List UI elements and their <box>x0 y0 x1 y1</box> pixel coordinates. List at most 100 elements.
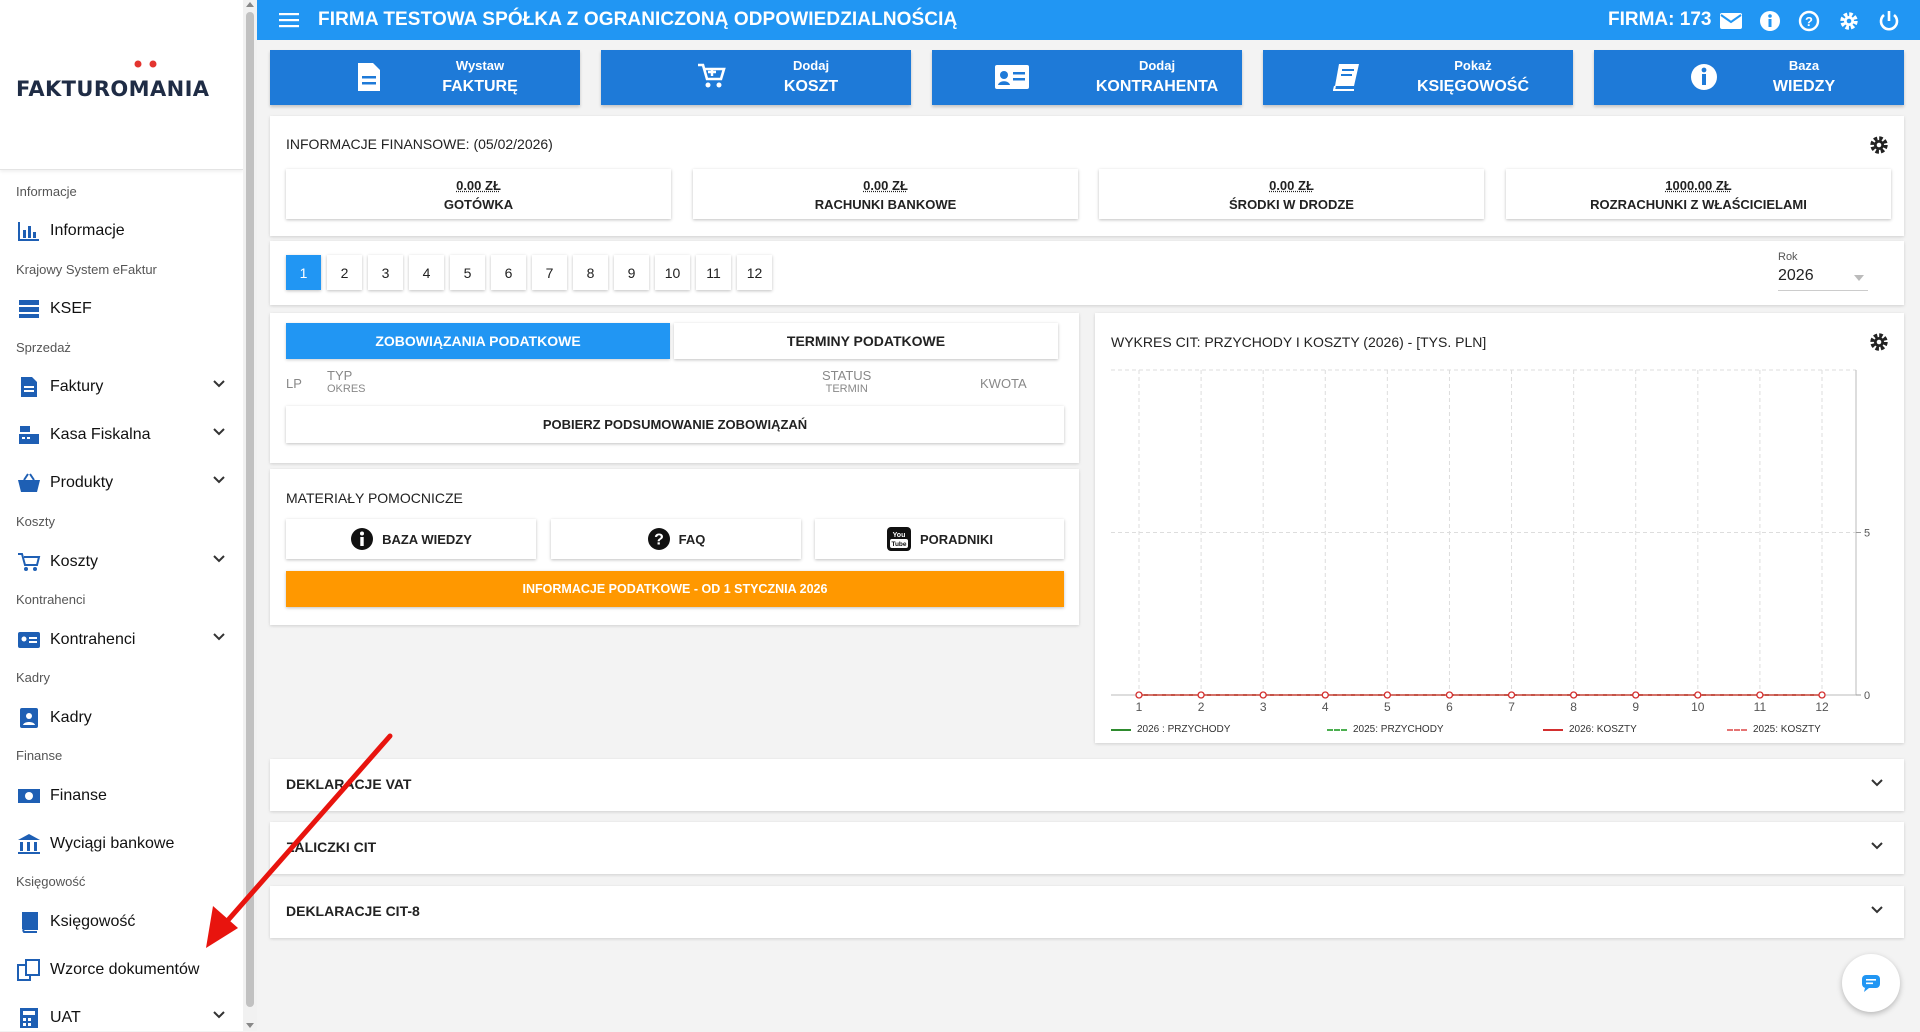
quick-button-line1: Dodaj <box>1138 58 1176 73</box>
info-icon[interactable] <box>1758 10 1782 32</box>
month-button-10[interactable]: 10 <box>655 255 690 290</box>
section-label-kontrahenci: Kontrahenci <box>16 592 86 607</box>
sidebar-item-informacje[interactable]: Informacje <box>16 217 226 245</box>
month-button-5[interactable]: 5 <box>450 255 485 290</box>
month-button-6[interactable]: 6 <box>491 255 526 290</box>
column-header-okres: OKRES <box>327 383 366 395</box>
x-tick-label: 5 <box>1384 700 1391 714</box>
sidebar-item-kasa-fiskalna[interactable]: Kasa Fiskalna <box>16 421 226 449</box>
finance-tile-srodki[interactable]: 0.00 ZŁ ŚRODKI W DRODZE <box>1099 169 1484 219</box>
legend-item: 2026 : PRZYCHODY <box>1111 724 1230 735</box>
bar-chart-icon <box>16 219 42 243</box>
y-tick-label: 5 <box>1864 528 1870 540</box>
month-button-2[interactable]: 2 <box>327 255 362 290</box>
chevron-down-icon[interactable] <box>212 379 226 389</box>
sidebar-item-label: Wzorce dokumentów <box>50 961 200 978</box>
sidebar-item-koszty[interactable]: Koszty <box>16 548 226 576</box>
x-tick-label: 12 <box>1815 700 1829 714</box>
sidebar-item-produkty[interactable]: Produkty <box>16 469 226 497</box>
section-label-informacje: Informacje <box>16 184 77 199</box>
chevron-down-icon[interactable] <box>212 475 226 485</box>
sidebar-item-finanse[interactable]: Finanse <box>16 782 226 810</box>
data-point <box>1818 691 1826 699</box>
chevron-down-icon[interactable] <box>212 427 226 437</box>
y-tick-label: 0 <box>1864 690 1870 702</box>
sidebar-item-kadry[interactable]: Kadry <box>16 704 226 732</box>
scroll-up-arrow-icon[interactable] <box>246 2 254 7</box>
scroll-down-arrow-icon[interactable] <box>246 1023 254 1028</box>
tab-zobowiazania[interactable]: ZOBOWIĄZANIA PODATKOWE <box>286 323 670 359</box>
hamburger-menu-icon[interactable] <box>279 12 299 28</box>
sidebar-item-label: Finanse <box>50 787 107 804</box>
sidebar-item-ksef[interactable]: KSEF <box>16 295 226 323</box>
logo[interactable]: FAKTUROMANIA <box>0 0 243 170</box>
legend-label: 2026 : PRZYCHODY <box>1137 724 1231 735</box>
sidebar-item-uat[interactable]: UAT <box>16 1004 226 1032</box>
sidebar-item-faktury[interactable]: Faktury <box>16 373 226 401</box>
quick-button-faktura[interactable]: Wystaw FAKTURĘ <box>270 50 580 105</box>
finance-tile-rozrachunki[interactable]: 1000.00 ZŁ ROZRACHUNKI Z WŁAŚCICIELAMI <box>1506 169 1891 219</box>
chevron-down-icon[interactable] <box>212 632 226 642</box>
x-tick-label: 4 <box>1322 700 1329 714</box>
quick-button-koszt[interactable]: Dodaj KOSZT <box>601 50 911 105</box>
power-icon[interactable] <box>1877 10 1901 32</box>
gear-icon[interactable] <box>1868 134 1890 156</box>
scrollbar-thumb[interactable] <box>246 12 254 1007</box>
quick-button-line2: KOSZT <box>783 78 839 95</box>
sidebar-scrollbar[interactable] <box>243 0 257 1031</box>
sidebar-item-label: Wyciągi bankowe <box>50 835 175 852</box>
month-button-11[interactable]: 11 <box>696 255 731 290</box>
section-label-kadry: Kadry <box>16 670 50 685</box>
quick-button-baza-wiedzy[interactable]: Baza WIEDZY <box>1594 50 1904 105</box>
logo-text: FAKTUROMANIA <box>16 77 210 101</box>
help-icon[interactable]: ? <box>1797 10 1821 32</box>
accordion-zaliczki-cit[interactable]: ZALICZKI CIT <box>270 822 1904 874</box>
envelope-icon[interactable] <box>1719 10 1743 32</box>
faq-button[interactable]: ? FAQ <box>551 519 801 559</box>
section-label-sprzedaz: Sprzedaż <box>16 340 71 355</box>
month-button-7[interactable]: 7 <box>532 255 567 290</box>
year-select[interactable]: 2026 <box>1778 267 1868 291</box>
chat-button[interactable] <box>1842 954 1900 1012</box>
button-label: BAZA WIEDZY <box>382 531 472 547</box>
data-point <box>1259 691 1267 699</box>
informacje-podatkowe-button[interactable]: INFORMACJE PODATKOWE - OD 1 STYCZNIA 202… <box>286 571 1064 607</box>
x-tick-label: 6 <box>1446 700 1453 714</box>
sidebar-item-ksiegowosc[interactable]: Księgowość <box>16 908 226 936</box>
legend-item: 2026: KOSZTY <box>1543 724 1637 735</box>
x-tick-label: 2 <box>1198 700 1205 714</box>
finance-tile-gotowka[interactable]: 0.00 ZŁ GOTÓWKA <box>286 169 671 219</box>
id-card-icon <box>16 628 42 652</box>
book-icon <box>1333 64 1359 91</box>
month-button-8[interactable]: 8 <box>573 255 608 290</box>
quick-button-kontrahent[interactable]: Dodaj KONTRAHENTA <box>932 50 1242 105</box>
id-card-icon <box>995 65 1029 89</box>
month-button-4[interactable]: 4 <box>409 255 444 290</box>
firma-number: FIRMA: 173 <box>1608 9 1712 30</box>
sidebar-item-wyciagi[interactable]: Wyciągi bankowe <box>16 830 226 858</box>
month-button-1[interactable]: 1 <box>286 255 321 290</box>
finance-card: INFORMACJE FINANSOWE: (05/02/2026) 0.00 … <box>270 116 1904 236</box>
accordion-deklaracje-vat[interactable]: DEKLARACJE VAT <box>270 759 1904 811</box>
sidebar-item-kontrahenci[interactable]: Kontrahenci <box>16 626 226 654</box>
accordion-deklaracje-cit8[interactable]: DEKLARACJE CIT-8 <box>270 886 1904 938</box>
chevron-down-icon[interactable] <box>212 554 226 564</box>
quick-button-ksiegowosc[interactable]: Pokaż KSIĘGOWOŚĆ <box>1263 50 1573 105</box>
gear-icon[interactable] <box>1837 10 1861 32</box>
calculator-icon <box>16 1006 42 1030</box>
baza-wiedzy-button[interactable]: BAZA WIEDZY <box>286 519 536 559</box>
finance-title: INFORMACJE FINANSOWE: (05/02/2026) <box>286 136 553 152</box>
poradniki-button[interactable]: You Tube PORADNIKI <box>815 519 1064 559</box>
bank-icon <box>16 832 42 856</box>
sidebar-item-label: Koszty <box>50 553 99 570</box>
chevron-down-icon[interactable] <box>212 1010 226 1020</box>
sidebar-item-wzorce[interactable]: Wzorce dokumentów <box>16 956 226 984</box>
finance-tile-rachunki[interactable]: 0.00 ZŁ RACHUNKI BANKOWE <box>693 169 1078 219</box>
month-button-3[interactable]: 3 <box>368 255 403 290</box>
quick-button-line1: Baza <box>1788 58 1820 73</box>
tab-terminy[interactable]: TERMINY PODATKOWE <box>674 323 1058 359</box>
legend-swatch <box>1727 728 1747 731</box>
month-button-9[interactable]: 9 <box>614 255 649 290</box>
month-button-12[interactable]: 12 <box>737 255 772 290</box>
pobierz-podsumowanie-button[interactable]: POBIERZ PODSUMOWANIE ZOBOWIĄZAŃ <box>286 406 1064 443</box>
